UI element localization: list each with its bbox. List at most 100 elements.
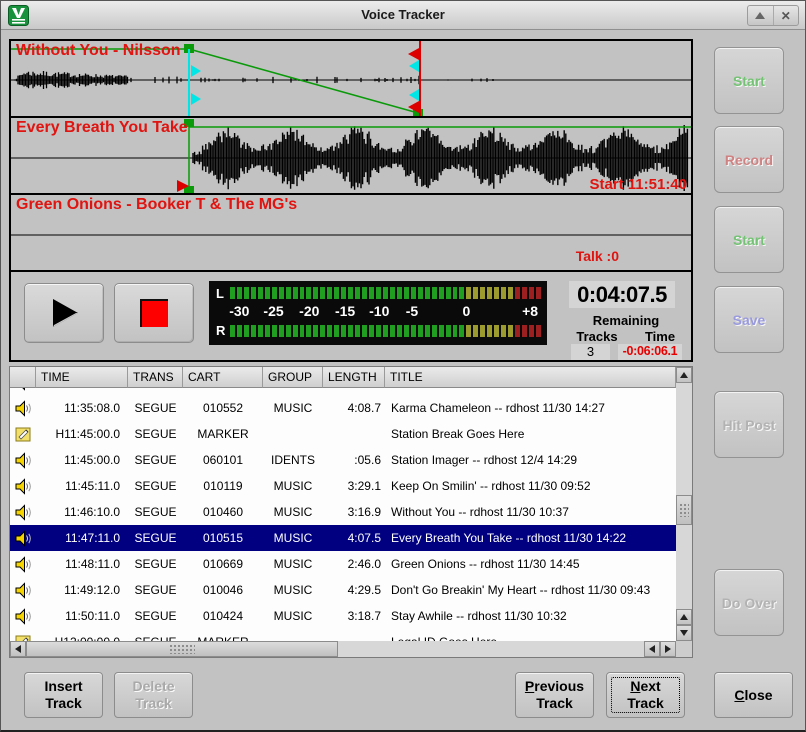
meter-segment [459, 325, 464, 337]
log-cell-c2: SEGUE [128, 583, 183, 597]
previous-track-button[interactable]: PreviousTrack [515, 672, 594, 718]
marker-note-icon [15, 426, 32, 443]
talk-time-label: Talk :0 [576, 248, 619, 264]
meter-segment [230, 287, 235, 299]
log-row[interactable] [10, 388, 676, 395]
scroll-up-button-2[interactable] [676, 609, 692, 625]
meter-segment [494, 287, 499, 299]
scroll-left-button-2[interactable] [644, 641, 660, 657]
log-row[interactable]: 11:45:11.0SEGUE010119MUSIC3:29.1Keep On … [10, 473, 676, 499]
log-cell-c6: Without You -- rdhost 11/30 10:37 [385, 505, 676, 519]
delete-track-button: DeleteTrack [114, 672, 193, 718]
meter-segment [466, 287, 471, 299]
track-1-waveform[interactable]: Without You - Nilsson [11, 41, 691, 118]
column-header-trans[interactable]: TRANS [128, 367, 183, 388]
column-header-title[interactable]: TITLE [385, 367, 676, 388]
scroll-up-button[interactable] [676, 367, 692, 383]
log-row[interactable]: 11:49:12.0SEGUE010046MUSIC4:29.5Don't Go… [10, 577, 676, 603]
meter-segment [369, 287, 374, 299]
log-row[interactable]: H11:45:00.0SEGUEMARKERStation Break Goes… [10, 421, 676, 447]
column-header-length[interactable]: LENGTH [323, 367, 385, 388]
log-row[interactable]: 11:35:08.0SEGUE010552MUSIC4:08.7Karma Ch… [10, 395, 676, 421]
log-row[interactable]: 11:46:10.0SEGUE010460MUSIC3:16.9Without … [10, 499, 676, 525]
vertical-scrollbar[interactable] [676, 367, 692, 641]
meter-segment [286, 325, 291, 337]
meter-segment [376, 287, 381, 299]
log-row[interactable]: 11:48:11.0SEGUE010669MUSIC2:46.0Green On… [10, 551, 676, 577]
close-button[interactable]: Close [714, 672, 793, 718]
scroll-down-button[interactable] [676, 625, 692, 641]
scroll-right-button[interactable] [660, 641, 676, 657]
meter-segment [258, 287, 263, 299]
log-cell-c4: MUSIC [263, 583, 323, 597]
log-cell-c0 [10, 452, 36, 469]
meter-segment [487, 325, 492, 337]
meter-segment [536, 287, 541, 299]
remaining-time-value: -0:06:06.1 [618, 344, 682, 360]
log-cell-c0 [10, 504, 36, 521]
meter-segment [334, 287, 339, 299]
meter-segment [453, 325, 458, 337]
log-cell-c4: MUSIC [263, 609, 323, 623]
meter-segment [397, 325, 402, 337]
log-cell-c2: SEGUE [128, 453, 183, 467]
column-header-time[interactable]: TIME [36, 367, 128, 388]
meter-segment [453, 287, 458, 299]
log-cell-c1: 11:45:11.0 [36, 479, 128, 493]
speaker-icon [15, 608, 32, 625]
close-window-button[interactable]: ✕ [773, 6, 799, 25]
meter-segment [480, 325, 485, 337]
meter-segment [383, 287, 388, 299]
vertical-scrollbar-thumb[interactable] [676, 495, 692, 525]
next-track-button[interactable]: NextTrack [606, 672, 685, 718]
column-header-group[interactable]: GROUP [263, 367, 323, 388]
meter-segment [313, 287, 318, 299]
log-cell-c4: MUSIC [263, 479, 323, 493]
speaker-icon [15, 400, 32, 417]
stop-button[interactable] [114, 283, 194, 343]
meter-segment [446, 287, 451, 299]
log-cell-c1: 11:35:08.0 [36, 401, 128, 415]
left-meter-strip [230, 287, 541, 299]
meter-segment [251, 287, 256, 299]
track-3-waveform[interactable]: Green Onions - Booker T & The MG's Talk … [11, 195, 691, 272]
log-cell-c4: MUSIC [263, 505, 323, 519]
insert-track-button[interactable]: InsertTrack [24, 672, 103, 718]
meter-segment [320, 287, 325, 299]
horizontal-scrollbar[interactable] [10, 641, 676, 657]
log-cell-c6: Green Onions -- rdhost 11/30 14:45 [385, 557, 676, 571]
meter-segment [320, 325, 325, 337]
remaining-tracks-value: 3 [571, 344, 610, 360]
meter-segment [258, 325, 263, 337]
log-cell-c1: 11:48:11.0 [36, 557, 128, 571]
meter-segment [439, 287, 444, 299]
right-channel-label: R [216, 323, 230, 338]
log-cell-c4: MUSIC [263, 401, 323, 415]
meter-segment [529, 325, 534, 337]
do-over-button: Do Over [714, 569, 784, 636]
play-button[interactable] [24, 283, 104, 343]
column-header-cart[interactable]: CART [183, 367, 263, 388]
remaining-panel: Remaining Tracks Time 3 -0:06:06.1 [569, 313, 683, 367]
log-cell-c6: Every Breath You Take -- rdhost 11/30 14… [385, 531, 676, 545]
meter-segment [293, 325, 298, 337]
titlebar[interactable]: Voice Tracker ✕ [1, 1, 805, 30]
meter-segment [362, 325, 367, 337]
scrollbar-corner [676, 641, 692, 657]
column-header-icon[interactable] [10, 367, 36, 388]
log-row[interactable]: 11:50:11.0SEGUE010424MUSIC3:18.7Stay Awh… [10, 603, 676, 629]
scroll-left-button[interactable] [10, 641, 26, 657]
shade-window-button[interactable] [748, 6, 773, 25]
log-row-selected[interactable]: 11:47:11.0SEGUE010515MUSIC4:07.5Every Br… [10, 525, 676, 551]
speaker-icon [15, 556, 32, 573]
horizontal-scrollbar-thumb[interactable] [26, 641, 338, 657]
play-icon [47, 296, 81, 330]
meter-segment [293, 287, 298, 299]
log-row[interactable]: 11:45:00.0SEGUE060101IDENTS:05.6Station … [10, 447, 676, 473]
start-next-button: Start [714, 206, 784, 273]
meter-segment [439, 325, 444, 337]
track-2-waveform[interactable]: Start 11:51:40 Every Breath You Take [11, 118, 691, 195]
log-cell-c1: 11:45:00.0 [36, 453, 128, 467]
meter-segment [376, 325, 381, 337]
meter-segment [536, 325, 541, 337]
